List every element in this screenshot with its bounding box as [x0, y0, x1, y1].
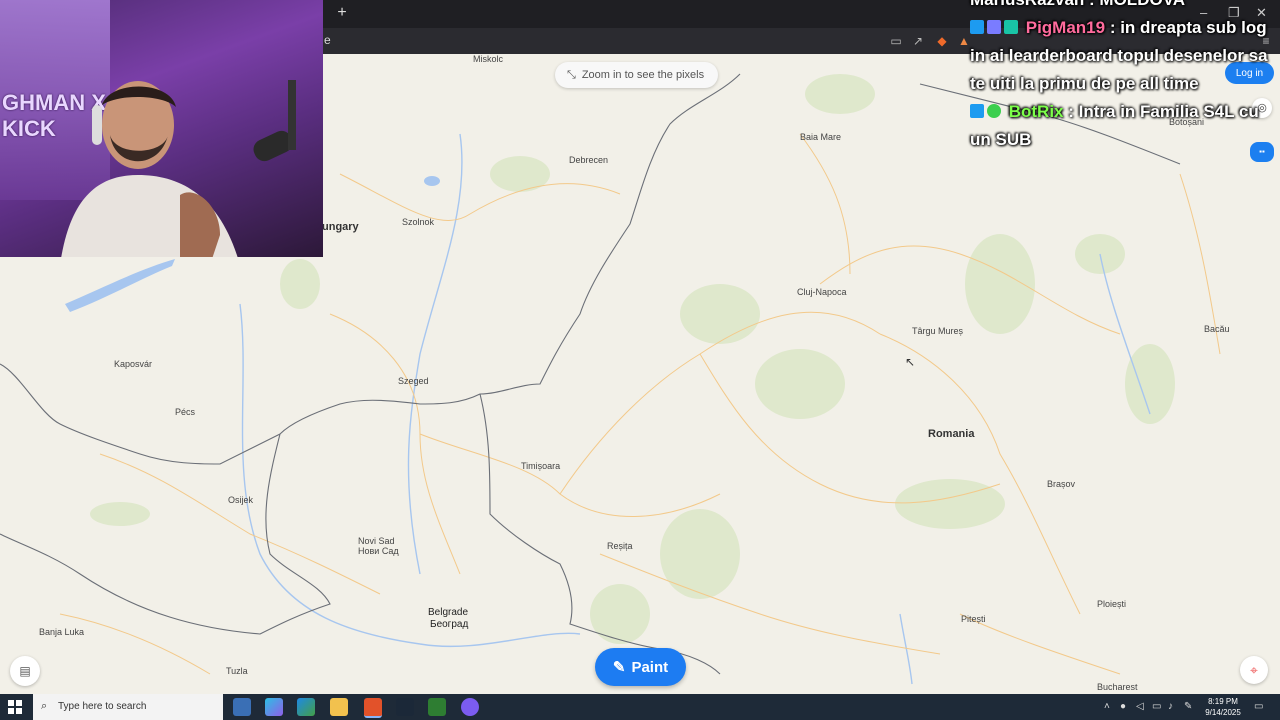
streamer-figure: [61, 81, 238, 257]
chat-message: PigMan19 : in dreapta sub log in ai lear…: [970, 14, 1280, 98]
city-label-kaposvar: Kaposvár: [114, 359, 153, 369]
country-label-hungary: ungary: [322, 221, 359, 233]
chat-username: PigMan19: [1025, 18, 1106, 37]
stream-chat-overlay: MariusRazvan : MOLDOVA PigMan19 : in dre…: [970, 0, 1280, 200]
map-rivers: [239, 133, 1151, 685]
mic-tray-icon[interactable]: ●: [1120, 701, 1126, 712]
city-label-tuzla: Tuzla: [226, 666, 248, 676]
copilot-icon[interactable]: [265, 698, 283, 716]
taskbar-search[interactable]: ⌕ Type here to search: [33, 694, 223, 720]
locate-icon[interactable]: ⌖: [1240, 656, 1268, 684]
chat-username: BotRix: [1008, 102, 1064, 121]
pen-tray-icon[interactable]: ✎: [1184, 701, 1192, 712]
cast-icon[interactable]: ▭: [888, 33, 904, 49]
volume-tray-icon[interactable]: ◁: [1136, 701, 1144, 712]
verified-badge-icon: [987, 104, 1001, 118]
country-label-romania: Romania: [928, 428, 975, 440]
windows-start-icon[interactable]: [8, 700, 22, 714]
discord-icon[interactable]: [461, 698, 479, 716]
city-label-szolnok: Szolnok: [402, 217, 435, 227]
url-fragment[interactable]: e: [324, 33, 331, 47]
city-label-banja-luka: Banja Luka: [39, 627, 85, 637]
paint-button[interactable]: ✎ Paint: [595, 648, 686, 686]
city-label-osijek: Osijek: [228, 495, 254, 505]
city-label-novi-sad: Novi Sad: [358, 536, 395, 546]
city-label-targu-mures: Târgu Mureș: [912, 326, 964, 336]
chat-line-top: MariusRazvan : MOLDOVA: [970, 0, 1280, 14]
city-label-debrecen: Debrecen: [569, 155, 609, 165]
clock-date: 9/14/2025: [1205, 708, 1241, 717]
network-tray-icon[interactable]: ▭: [1152, 701, 1161, 712]
sub-badge-icon: [970, 104, 984, 118]
new-tab-button[interactable]: +: [334, 4, 350, 22]
zoom-hint-pill: ⤡ Zoom in to see the pixels: [555, 62, 719, 88]
gift-badge-icon: [1004, 20, 1018, 34]
search-icon: ⌕: [41, 700, 48, 712]
task-view-icon[interactable]: [233, 698, 251, 716]
zoom-hint-text: Zoom in to see the pixels: [581, 69, 705, 81]
map-info-icon[interactable]: ▤: [10, 656, 40, 686]
mouse-cursor-icon: ↖: [905, 355, 916, 369]
speaker-tray-icon[interactable]: ♪: [1168, 701, 1173, 712]
webcam-overlay: GHMAN X KICK: [0, 0, 323, 257]
paint-button-label: Paint: [631, 658, 669, 676]
city-label-baia-mare: Baia Mare: [800, 132, 842, 142]
city-label-resita: Reșița: [607, 541, 633, 551]
brush-icon: ✎: [612, 659, 626, 676]
lake-balaton: [65, 259, 175, 312]
clock-time: 8:19 PM: [1208, 697, 1238, 706]
windows-taskbar: ⌕ Type here to search ˄ ● ◁ ▭ ♪ ✎ 8:19 P…: [0, 694, 1280, 720]
search-placeholder: Type here to search: [58, 701, 147, 712]
city-label-miskolc: Miskolc: [473, 54, 504, 64]
share-icon[interactable]: ↗: [910, 33, 926, 49]
brave-shield-icon[interactable]: ◆: [934, 33, 950, 49]
lake-tisza: [424, 176, 440, 186]
city-label-bucharest: Bucharest: [1097, 682, 1138, 692]
city-label-ploiesti: Ploiești: [1097, 599, 1127, 609]
vip-badge-icon: [987, 20, 1001, 34]
chat-message: BotRix : Intra in Familia S4L cu un SUB: [970, 98, 1280, 154]
file-explorer-icon[interactable]: [330, 698, 348, 716]
city-label-cluj-napoca: Cluj-Napoca: [797, 287, 847, 297]
sub-badge-icon: [970, 20, 984, 34]
edge-icon[interactable]: [297, 698, 315, 716]
tray-chevron-icon[interactable]: ˄: [1104, 701, 1110, 712]
taskbar-clock[interactable]: 8:19 PM 9/14/2025: [1198, 696, 1248, 718]
excel-icon[interactable]: [428, 698, 446, 716]
steam-icon[interactable]: [396, 698, 414, 716]
city-label-belgrade-cyrillic: Београд: [430, 619, 469, 630]
city-label-bacau: Bacău: [1204, 324, 1230, 334]
city-label-novi-sad-cyrillic: Нови Сад: [358, 546, 399, 556]
city-label-szeged: Szeged: [398, 376, 429, 386]
city-label-timisoara: Timișoara: [521, 461, 561, 471]
city-label-belgrade: Belgrade: [428, 607, 469, 618]
city-label-brasov: Brașov: [1047, 479, 1076, 489]
city-label-pecs: Pécs: [175, 407, 196, 417]
zoom-in-icon: ⤡: [567, 69, 576, 81]
notifications-icon[interactable]: ▭: [1254, 701, 1263, 712]
city-label-pitesti: Pitești: [961, 614, 986, 624]
brave-browser-icon[interactable]: [364, 698, 382, 718]
microphone-icon: [253, 80, 296, 162]
